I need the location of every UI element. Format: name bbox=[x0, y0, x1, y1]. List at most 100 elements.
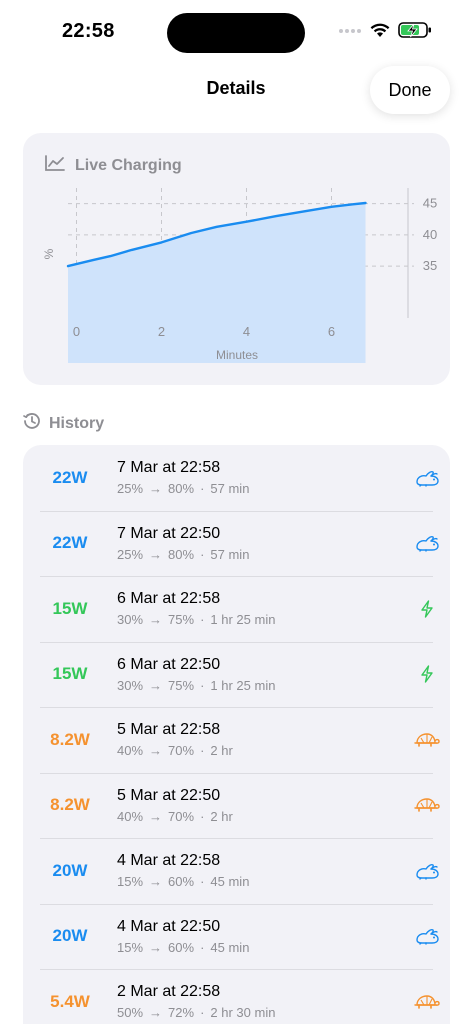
history-row[interactable]: 15W 6 Mar at 22:50 30% → 75% · 1 hr 25 min bbox=[23, 641, 450, 708]
charger-wattage: 20W bbox=[52, 926, 88, 946]
x-axis-label: Minutes bbox=[216, 348, 258, 362]
arrow-right-icon: → bbox=[149, 743, 163, 759]
session-date: 7 Mar at 22:58 bbox=[117, 459, 221, 477]
history-row[interactable]: 20W 4 Mar at 22:58 15% → 60% · 45 min bbox=[23, 838, 450, 904]
charging-chart: 35 40 45 0 2 4 6 Minutes% bbox=[42, 188, 437, 363]
session-info: 7 Mar at 22:58 25% → 80% · 57 min bbox=[117, 459, 404, 496]
charger-wattage: 15W bbox=[52, 598, 88, 618]
session-date: 5 Mar at 22:58 bbox=[117, 721, 221, 739]
history-row[interactable]: 8.2W 5 Mar at 22:50 40% → 70% · 2 hr bbox=[23, 772, 450, 839]
end-percent: 75% bbox=[168, 612, 195, 628]
end-percent: 70% bbox=[168, 743, 195, 759]
arrow-right-icon: → bbox=[149, 481, 163, 497]
cellular-signal-icon bbox=[338, 26, 362, 34]
history-list: 22W 7 Mar at 22:58 25% → 80% · 57 min 22W 7 Mar … bbox=[23, 445, 450, 1024]
charger-wattage: 20W bbox=[52, 860, 88, 880]
session-detail: 40% → 70% · 2 hr bbox=[117, 743, 404, 758]
separator-dot: · bbox=[200, 481, 205, 497]
live-charging-card: Live Charging 35 40 45 0 2 4 6 Minutes% bbox=[23, 133, 450, 385]
arrow-right-icon: → bbox=[149, 808, 163, 824]
session-date: 2 Mar at 22:58 bbox=[117, 983, 221, 1001]
session-info: 4 Mar at 22:50 15% → 60% · 45 min bbox=[117, 918, 404, 955]
session-info: 2 Mar at 22:58 50% → 72% · 2 hr 30 min bbox=[117, 983, 404, 1020]
dynamic-island bbox=[167, 13, 305, 53]
session-date: 5 Mar at 22:50 bbox=[117, 786, 221, 804]
session-info: 4 Mar at 22:58 15% → 60% · 45 min bbox=[117, 852, 404, 889]
charger-wattage: 15W bbox=[52, 664, 88, 684]
session-detail: 15% → 60% · 45 min bbox=[117, 940, 404, 955]
history-row[interactable]: 22W 7 Mar at 22:58 25% → 80% · 57 min bbox=[23, 445, 450, 511]
turtle-icon bbox=[404, 731, 450, 749]
start-percent: 15% bbox=[117, 939, 144, 955]
rabbit-icon bbox=[404, 534, 450, 552]
arrow-right-icon: → bbox=[149, 546, 163, 562]
session-duration: 2 hr bbox=[210, 743, 233, 759]
history-header: History bbox=[23, 412, 104, 435]
session-duration: 1 hr 25 min bbox=[210, 677, 276, 693]
history-row[interactable]: 8.2W 5 Mar at 22:58 40% → 70% · 2 hr bbox=[23, 707, 450, 773]
status-time: 22:58 bbox=[62, 20, 115, 42]
session-detail: 30% → 75% · 1 hr 25 min bbox=[117, 612, 404, 627]
charger-wattage: 8.2W bbox=[50, 729, 90, 749]
start-percent: 25% bbox=[117, 546, 144, 562]
session-detail: 30% → 75% · 1 hr 25 min bbox=[117, 678, 404, 693]
session-duration: 45 min bbox=[210, 939, 250, 955]
session-date: 6 Mar at 22:58 bbox=[117, 590, 221, 608]
turtle-icon bbox=[404, 993, 450, 1011]
history-title: History bbox=[49, 414, 105, 432]
y-tick-label: 45 bbox=[423, 196, 437, 211]
start-percent: 30% bbox=[117, 677, 144, 693]
session-date: 4 Mar at 22:58 bbox=[117, 852, 221, 870]
session-date: 7 Mar at 22:50 bbox=[117, 524, 221, 542]
arrow-right-icon: → bbox=[149, 677, 163, 693]
session-detail: 25% → 80% · 57 min bbox=[117, 481, 404, 496]
rabbit-icon bbox=[404, 927, 450, 945]
session-detail: 40% → 70% · 2 hr bbox=[117, 809, 404, 824]
start-percent: 50% bbox=[117, 1005, 144, 1021]
bolt-icon bbox=[404, 665, 450, 683]
start-percent: 15% bbox=[117, 874, 144, 890]
session-duration: 57 min bbox=[210, 546, 250, 562]
arrow-right-icon: → bbox=[149, 1005, 163, 1021]
session-info: 7 Mar at 22:50 25% → 80% · 57 min bbox=[117, 525, 404, 562]
separator-dot: · bbox=[200, 1005, 205, 1021]
session-duration: 57 min bbox=[210, 481, 250, 497]
session-duration: 2 hr 30 min bbox=[210, 1005, 276, 1021]
status-icons bbox=[338, 22, 432, 38]
session-detail: 15% → 60% · 45 min bbox=[117, 874, 404, 889]
session-detail: 50% → 72% · 2 hr 30 min bbox=[117, 1005, 404, 1020]
status-bar: 22:58 bbox=[0, 0, 472, 62]
y-axis-label: % bbox=[42, 248, 56, 259]
arrow-right-icon: → bbox=[149, 612, 163, 628]
end-percent: 60% bbox=[168, 874, 195, 890]
session-duration: 2 hr bbox=[210, 808, 233, 824]
session-info: 5 Mar at 22:58 40% → 70% · 2 hr bbox=[117, 721, 404, 758]
session-duration: 45 min bbox=[210, 874, 250, 890]
done-button[interactable]: Done bbox=[370, 66, 450, 114]
x-tick-label: 4 bbox=[243, 324, 250, 339]
rabbit-icon bbox=[404, 469, 450, 487]
separator-dot: · bbox=[200, 874, 205, 890]
session-detail: 25% → 80% · 57 min bbox=[117, 547, 404, 562]
session-info: 5 Mar at 22:50 40% → 70% · 2 hr bbox=[117, 787, 404, 824]
turtle-icon bbox=[404, 796, 450, 814]
separator-dot: · bbox=[200, 808, 205, 824]
end-percent: 80% bbox=[168, 481, 195, 497]
separator-dot: · bbox=[200, 612, 205, 628]
x-tick-label: 6 bbox=[328, 324, 335, 339]
history-row[interactable]: 22W 7 Mar at 22:50 25% → 80% · 57 min bbox=[23, 510, 450, 577]
separator-dot: · bbox=[200, 546, 205, 562]
battery-charging-icon bbox=[398, 22, 432, 38]
start-percent: 40% bbox=[117, 808, 144, 824]
arrow-right-icon: → bbox=[149, 939, 163, 955]
end-percent: 72% bbox=[168, 1005, 195, 1021]
y-tick-label: 40 bbox=[423, 227, 437, 242]
history-row[interactable]: 15W 6 Mar at 22:58 30% → 75% · 1 hr 25 min bbox=[23, 576, 450, 642]
separator-dot: · bbox=[200, 677, 205, 693]
history-row[interactable]: 20W 4 Mar at 22:50 15% → 60% · 45 min bbox=[23, 903, 450, 970]
x-tick-label: 2 bbox=[158, 324, 165, 339]
bolt-icon bbox=[404, 600, 450, 618]
charger-wattage: 8.2W bbox=[50, 795, 90, 815]
history-clock-icon bbox=[23, 412, 41, 435]
history-row[interactable]: 5.4W 2 Mar at 22:58 50% → 72% · 2 hr 30 min bbox=[23, 969, 450, 1024]
